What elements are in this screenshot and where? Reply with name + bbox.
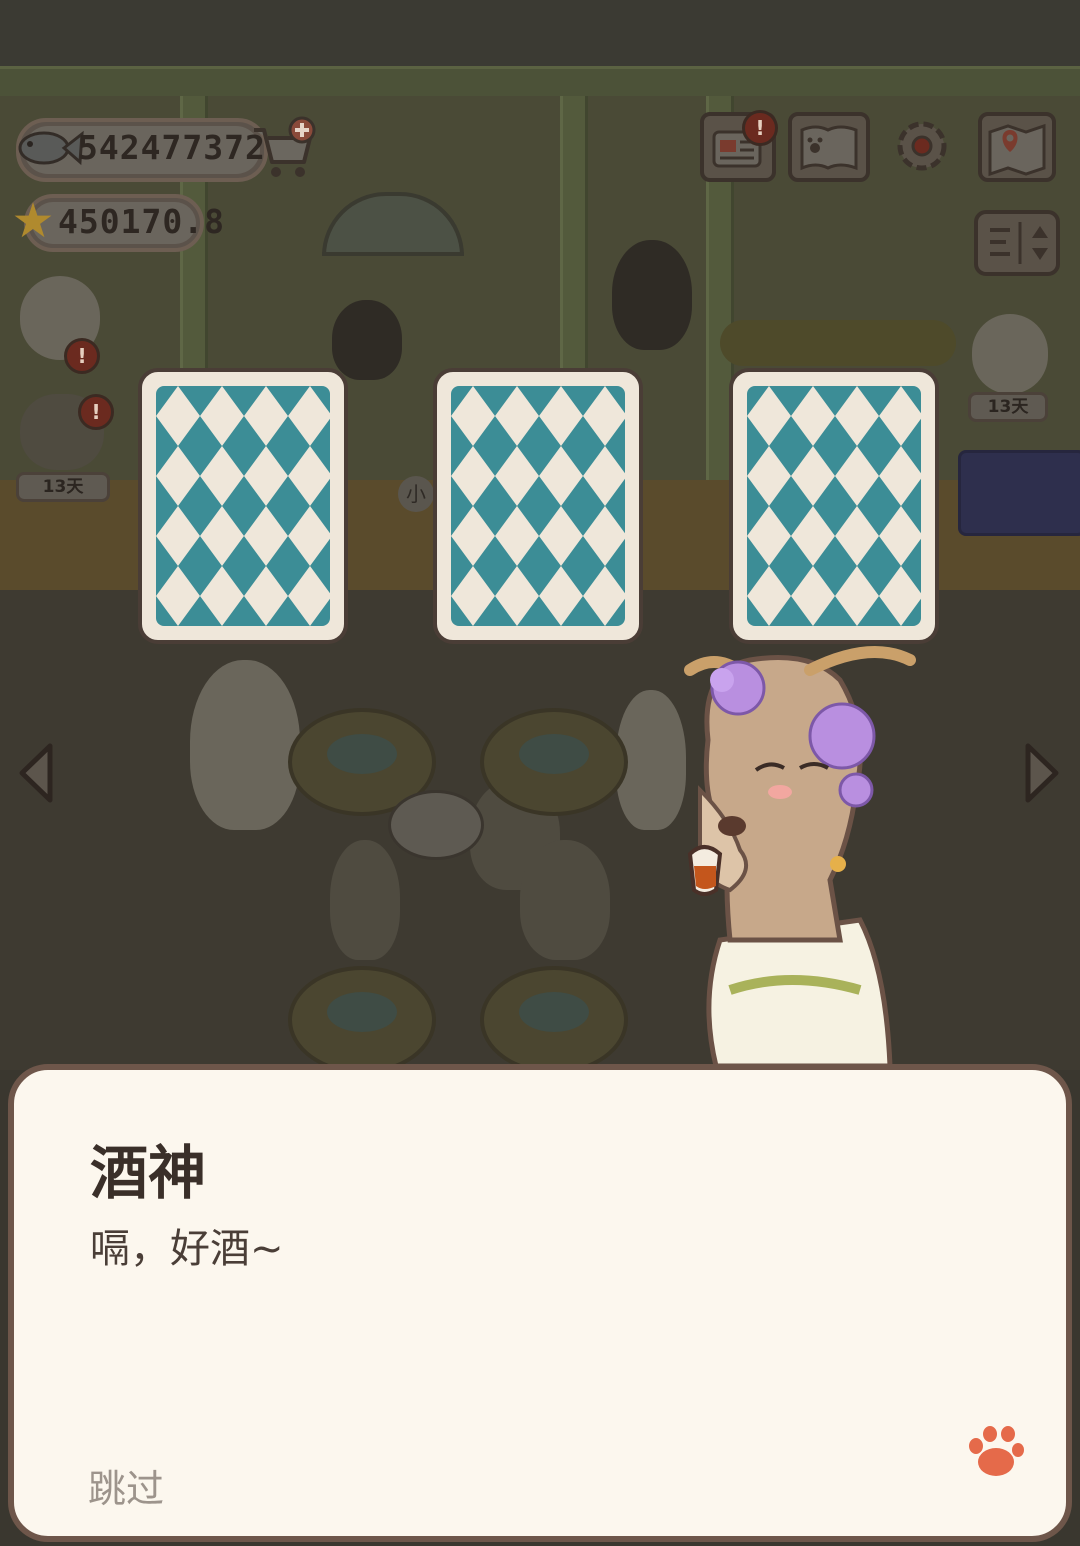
fish-icon: [18, 130, 84, 166]
diamond-card-back: [747, 386, 921, 626]
diamond-card-back: [156, 386, 330, 626]
food-speech-bubble: [388, 790, 484, 860]
side-event-card[interactable]: [958, 450, 1080, 536]
paw-book-icon: [800, 125, 858, 171]
event-days-left: 13天: [968, 392, 1048, 422]
event-girl-avatar[interactable]: [972, 314, 1048, 394]
cafe-table: [288, 966, 436, 1074]
top-strip: [0, 0, 1080, 68]
sort-icon: [990, 222, 1048, 264]
cat-figure: [332, 300, 402, 380]
face-down-card-1[interactable]: [138, 368, 348, 644]
map-pin-icon: [988, 123, 1046, 177]
cafe-table: [480, 966, 628, 1074]
left-arrow-icon[interactable]: [14, 740, 58, 806]
face-down-card-3[interactable]: [729, 368, 939, 644]
star-currency-value: 450170.8: [58, 202, 225, 241]
cafe-table: [480, 708, 628, 816]
map-button[interactable]: [978, 112, 1056, 182]
event-badge: !: [64, 338, 100, 374]
mail-badge: !: [742, 110, 778, 146]
face-down-card-2[interactable]: [433, 368, 643, 644]
gear-icon: [897, 121, 947, 171]
album-button[interactable]: [788, 112, 870, 182]
cat-figure: [520, 840, 610, 960]
event-badge: !: [78, 394, 114, 430]
flower-planter: [720, 320, 956, 366]
paw-icon[interactable]: [962, 1422, 1026, 1482]
dialog-box[interactable]: 酒神 嗝，好酒~ 跳过: [8, 1064, 1072, 1542]
dialog-line: 嗝，好酒~: [90, 1226, 284, 1272]
skip-button[interactable]: 跳过: [88, 1458, 164, 1513]
speaker-name: 酒神: [90, 1139, 207, 1207]
cat-figure: [330, 840, 400, 960]
settings-button[interactable]: [888, 112, 964, 182]
cart-plus-icon[interactable]: [250, 116, 318, 182]
star-icon: ★: [11, 193, 55, 249]
fish-currency-value: 542477372: [78, 128, 266, 167]
right-arrow-icon[interactable]: [1020, 740, 1064, 806]
cat-figure: [190, 660, 300, 830]
event-days-left: 13天: [16, 472, 110, 502]
cat-figure: [612, 240, 692, 350]
sort-toggle-button[interactable]: [974, 210, 1060, 276]
wine-god-character: [684, 646, 916, 1066]
diamond-card-back: [451, 386, 625, 626]
speech-fragment: 小: [398, 476, 434, 512]
